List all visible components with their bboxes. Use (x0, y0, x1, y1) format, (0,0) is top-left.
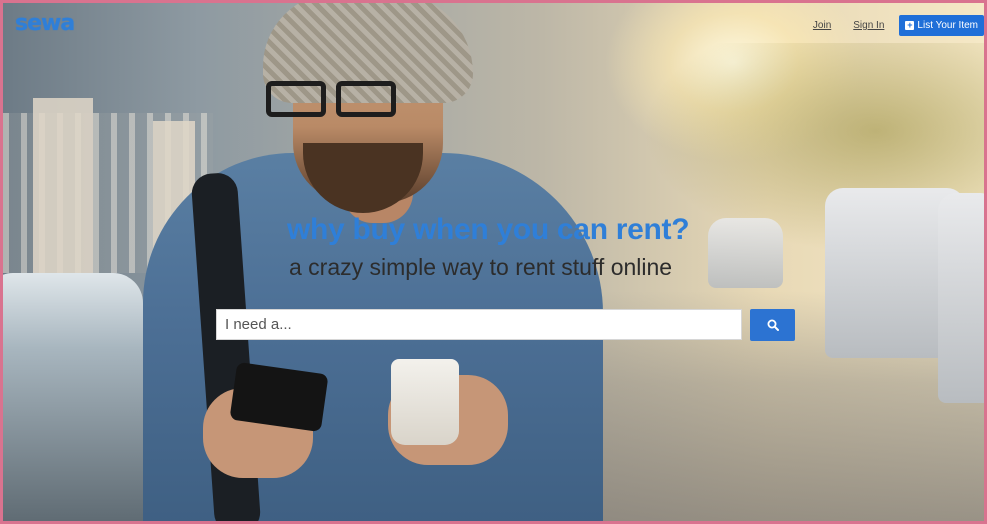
page-frame: sewa Join Sign In + List Your Item why b… (0, 0, 987, 524)
join-link[interactable]: Join (813, 20, 831, 31)
search-button[interactable] (750, 309, 795, 341)
hero-subline: a crazy simple way to rent stuff online (289, 254, 673, 280)
list-your-item-button[interactable]: + List Your Item (899, 15, 984, 36)
top-nav: Join Sign In + List Your Item (813, 15, 984, 36)
background-pillar (33, 98, 93, 273)
hero-headline: why buy when you can rent? (287, 213, 690, 246)
search-icon (767, 319, 779, 331)
list-your-item-label: List Your Item (917, 20, 978, 31)
background-car (938, 193, 984, 403)
coffee-cup (391, 359, 459, 445)
logo[interactable]: sewa (15, 10, 75, 36)
search-input[interactable] (216, 309, 742, 340)
background-car (3, 273, 143, 521)
logo-text: sewa (15, 10, 75, 36)
glasses (266, 81, 416, 121)
plus-square-icon: + (905, 20, 915, 30)
sign-in-link[interactable]: Sign In (853, 20, 884, 31)
